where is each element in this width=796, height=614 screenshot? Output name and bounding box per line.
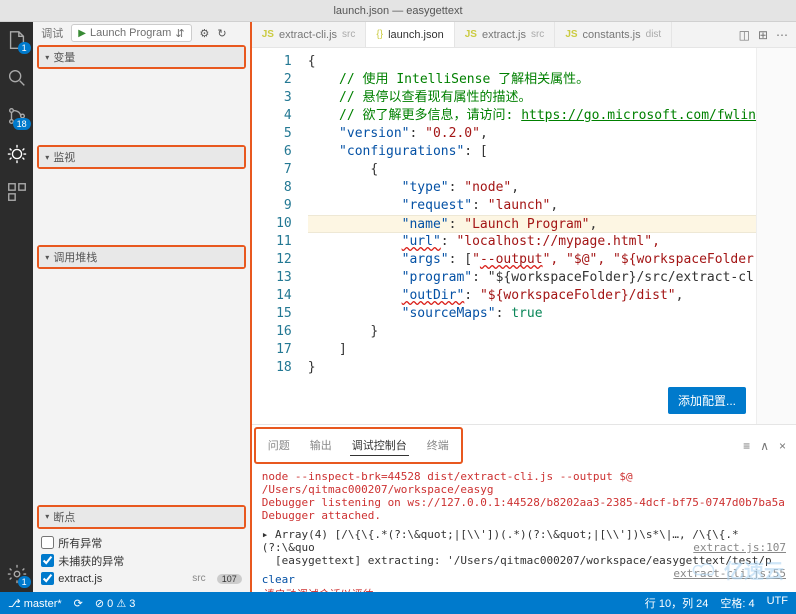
breakpoints-body: 所有异常 未捕获的异常 extract.js src 107 bbox=[33, 530, 249, 592]
bp-file-row[interactable]: extract.js src 107 bbox=[41, 570, 241, 588]
explorer-badge: 1 bbox=[18, 42, 31, 54]
scm-badge: 18 bbox=[13, 118, 31, 130]
problems-status[interactable]: ⊘ 0 ⚠ 3 bbox=[95, 597, 136, 610]
clear-icon[interactable]: ≡ bbox=[743, 439, 750, 453]
diff-icon[interactable]: ⊞ bbox=[758, 28, 768, 42]
tab-label: extract.js bbox=[482, 29, 526, 41]
breakpoints-label: 断点 bbox=[53, 509, 75, 525]
bp-label: 未捕获的异常 bbox=[58, 553, 124, 569]
bp-all-exceptions[interactable]: 所有异常 bbox=[41, 534, 241, 552]
minimap[interactable] bbox=[756, 48, 796, 424]
js-icon: JS bbox=[262, 29, 274, 40]
panel-close-icon[interactable]: × bbox=[779, 439, 786, 453]
tab-extract[interactable]: JS extract.js src bbox=[455, 22, 556, 47]
callstack-label: 调用堆栈 bbox=[53, 249, 97, 265]
tab-extract-cli[interactable]: JS extract-cli.js src bbox=[252, 22, 367, 47]
debug-icon[interactable] bbox=[5, 142, 29, 166]
bp-file-count: 107 bbox=[217, 574, 242, 584]
watermark: 亿速云 bbox=[690, 555, 784, 584]
breakpoints-section[interactable]: ▾ 断点 bbox=[37, 505, 245, 529]
sidebar-title: 调试 bbox=[41, 25, 63, 41]
indent-status[interactable]: 空格: 4 bbox=[720, 595, 754, 611]
tab-sub: dist bbox=[646, 29, 662, 40]
js-icon: JS bbox=[565, 29, 577, 40]
watch-label: 监视 bbox=[53, 149, 75, 165]
bp-checkbox[interactable] bbox=[41, 572, 54, 585]
callstack-section[interactable]: ▾ 调用堆栈 bbox=[37, 245, 245, 269]
console-line: Debugger listening on ws://127.0.0.1:445… bbox=[262, 496, 786, 509]
console-line: node --inspect-brk=44528 dist/extract-cl… bbox=[262, 470, 786, 496]
config-name[interactable]: Launch Program bbox=[90, 27, 171, 39]
watch-section[interactable]: ▾ 监视 bbox=[37, 145, 245, 169]
add-config-button[interactable]: 添加配置... bbox=[668, 387, 746, 414]
js-icon: JS bbox=[465, 29, 477, 40]
start-debug-button[interactable]: ▶ Launch Program ⇵ bbox=[71, 24, 191, 42]
window-titlebar: launch.json — easygettext bbox=[0, 0, 796, 22]
activity-bar: 1 18 1 bbox=[0, 22, 33, 592]
panel-tab-output[interactable]: 输出 bbox=[308, 435, 334, 456]
tab-label: constants.js bbox=[583, 29, 641, 41]
status-bar: ⎇ master* ⟳ ⊘ 0 ⚠ 3 行 10，列 24 空格: 4 UTF bbox=[0, 592, 796, 614]
tab-launch-json[interactable]: {} launch.json bbox=[366, 22, 454, 47]
console-line: ▸ Array(4) [/\{\{.*(?:\&quot;|[\\'])(.*)… bbox=[262, 528, 786, 554]
refresh-icon[interactable]: ↻ bbox=[217, 27, 226, 40]
panel-up-icon[interactable]: ∧ bbox=[760, 439, 769, 453]
console-hint: 请启动调试会话以评估 bbox=[262, 586, 786, 592]
collapse-icon: ▾ bbox=[45, 53, 49, 62]
collapse-icon: ▾ bbox=[45, 512, 49, 521]
code-editor[interactable]: 123456789101112131415161718 { // 使用 Inte… bbox=[252, 48, 796, 424]
tab-sub: src bbox=[531, 29, 544, 40]
editor-tabs: JS extract-cli.js src {} launch.json JS extr… bbox=[252, 22, 796, 48]
tab-sub: src bbox=[342, 29, 355, 40]
more-icon[interactable]: ⋯ bbox=[776, 28, 788, 42]
bp-label: 所有异常 bbox=[58, 535, 102, 551]
collapse-icon: ▾ bbox=[45, 153, 49, 162]
editor-area: JS extract-cli.js src {} launch.json JS extr… bbox=[252, 22, 796, 592]
source-link[interactable]: extract.js:107 bbox=[693, 541, 786, 554]
bp-uncaught[interactable]: 未捕获的异常 bbox=[41, 552, 241, 570]
console-line: Debugger attached. bbox=[262, 509, 786, 522]
tab-label: extract-cli.js bbox=[279, 29, 337, 41]
code-content[interactable]: { // 使用 IntelliSense 了解相关属性。 // 悬停以查看现有属… bbox=[302, 48, 756, 424]
encoding-status[interactable]: UTF bbox=[767, 595, 788, 611]
variables-section[interactable]: ▾ 变量 bbox=[37, 45, 245, 69]
branch-status[interactable]: ⎇ master* bbox=[8, 597, 62, 610]
panel-tab-terminal[interactable]: 终端 bbox=[425, 435, 451, 456]
gear-icon[interactable]: ⚙ bbox=[200, 27, 210, 40]
search-icon[interactable] bbox=[5, 66, 29, 90]
panel-tabs: 问题 输出 调试控制台 终端 bbox=[254, 427, 463, 464]
split-icon[interactable]: ◫ bbox=[739, 28, 750, 42]
chevron-updown-icon[interactable]: ⇵ bbox=[175, 27, 184, 40]
bp-file-label: extract.js bbox=[58, 573, 102, 585]
explorer-icon[interactable]: 1 bbox=[5, 28, 29, 52]
bp-file-sub: src bbox=[192, 573, 205, 584]
bp-checkbox[interactable] bbox=[41, 536, 54, 549]
cursor-position[interactable]: 行 10，列 24 bbox=[645, 595, 709, 611]
tab-label: launch.json bbox=[388, 29, 444, 41]
panel-tab-debug-console[interactable]: 调试控制台 bbox=[350, 435, 409, 456]
panel-tab-problems[interactable]: 问题 bbox=[266, 435, 292, 456]
json-icon: {} bbox=[376, 29, 383, 40]
play-icon: ▶ bbox=[78, 28, 86, 39]
tab-constants[interactable]: JS constants.js dist bbox=[555, 22, 672, 47]
settings-icon[interactable]: 1 bbox=[5, 562, 29, 586]
variables-label: 变量 bbox=[53, 49, 75, 65]
extensions-icon[interactable] bbox=[5, 180, 29, 204]
line-gutter: 123456789101112131415161718 bbox=[252, 48, 302, 424]
settings-badge: 1 bbox=[18, 576, 31, 588]
debug-toolbar: 调试 ▶ Launch Program ⇵ ⚙ ↻ bbox=[33, 22, 249, 44]
debug-sidebar: 调试 ▶ Launch Program ⇵ ⚙ ↻ ▾变量 ▾监视 ▾调用堆栈 … bbox=[33, 22, 251, 592]
tab-actions: ◫ ⊞ ⋯ bbox=[731, 22, 796, 47]
collapse-icon: ▾ bbox=[45, 253, 49, 262]
scm-icon[interactable]: 18 bbox=[5, 104, 29, 128]
sync-status[interactable]: ⟳ bbox=[74, 597, 83, 610]
bp-checkbox[interactable] bbox=[41, 554, 54, 567]
